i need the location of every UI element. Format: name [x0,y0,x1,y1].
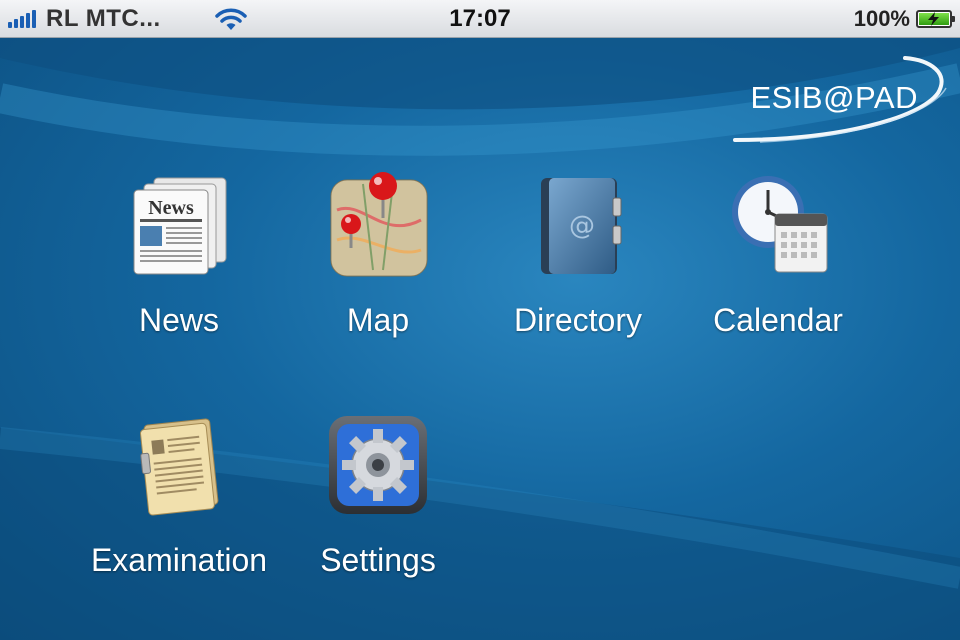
app-label: Map [346,302,410,338]
app-label: Examination [90,542,268,578]
charging-bolt-icon [928,12,939,26]
map-pin-icon [323,170,433,280]
app-settings[interactable]: Settings [278,410,478,579]
exam-document-icon [124,410,234,520]
battery-percent: 100% [853,6,910,31]
gear-icon [323,410,433,520]
clock-time: 17:07 [449,5,511,32]
app-map[interactable]: Map [278,170,478,339]
app-label: News [138,302,219,338]
status-bar: RL MTC... 17:07 100% [0,0,960,38]
app-label: Settings [320,542,436,578]
svg-text:News: News [148,197,194,219]
battery-status: 100% [853,0,955,38]
address-book-icon: @ [523,170,633,280]
app-label: Calendar [713,302,843,338]
app-examination[interactable]: Examination [79,410,279,579]
app-news[interactable]: News News [79,170,279,339]
newspaper-icon: News [124,170,234,280]
clock-calendar-icon [723,170,833,280]
brand-logo: ESIB@PAD [750,80,918,115]
app-directory[interactable]: @ Directory [478,170,678,339]
app-calendar[interactable]: Calendar [678,170,878,339]
app-label: Directory [513,302,642,338]
battery-icon [916,10,955,28]
svg-text:@: @ [569,211,595,241]
